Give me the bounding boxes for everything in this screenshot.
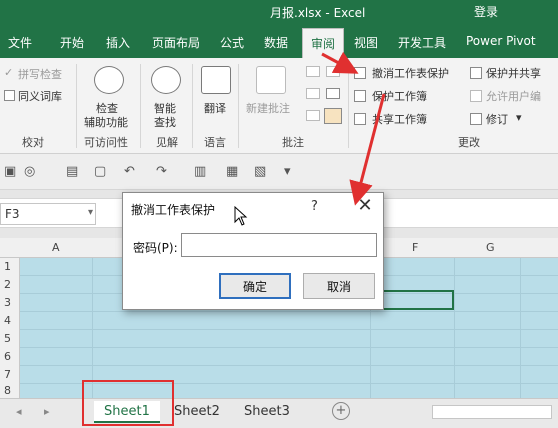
arrow-to-dialog bbox=[349, 93, 386, 206]
arrow-to-unprotect-button bbox=[321, 51, 359, 74]
annotation-arrows bbox=[321, 51, 386, 206]
